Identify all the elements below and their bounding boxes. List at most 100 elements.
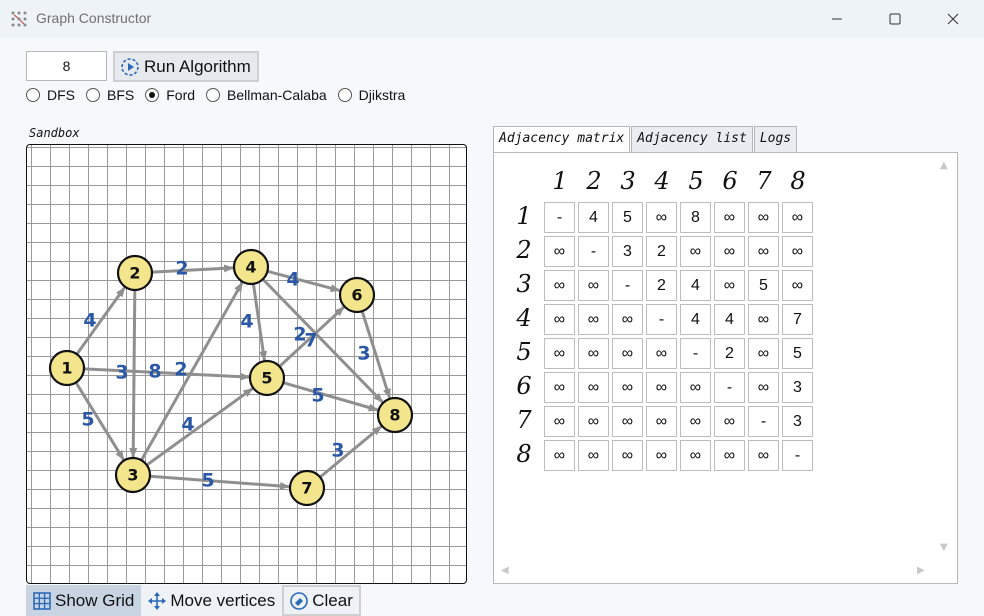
run-algorithm-button[interactable]: Run Algorithm (113, 51, 259, 82)
matrix-cell[interactable]: 5 (748, 270, 779, 301)
matrix-cell[interactable]: - (612, 270, 643, 301)
radio-bfs[interactable]: BFS (86, 87, 134, 103)
matrix-cell[interactable]: - (578, 236, 609, 267)
matrix-cell[interactable]: ∞ (646, 338, 677, 369)
edge-5-8[interactable] (282, 381, 379, 412)
matrix-cell[interactable]: ∞ (680, 372, 711, 403)
matrix-cell[interactable]: ∞ (748, 440, 779, 471)
matrix-cell[interactable]: - (646, 304, 677, 335)
edge-7-8[interactable] (319, 425, 383, 479)
matrix-cell[interactable]: ∞ (714, 236, 745, 267)
matrix-cell[interactable]: 4 (680, 304, 711, 335)
maximize-button[interactable] (870, 0, 920, 38)
scroll-right-icon[interactable]: ▶ (917, 565, 925, 576)
close-button[interactable] (928, 0, 978, 38)
matrix-cell[interactable]: ∞ (646, 202, 677, 233)
matrix-cell[interactable]: ∞ (544, 270, 575, 301)
matrix-cell[interactable]: ∞ (680, 236, 711, 267)
matrix-cell[interactable]: ∞ (748, 236, 779, 267)
vertex-6[interactable]: 6 (338, 276, 376, 314)
matrix-cell[interactable]: ∞ (714, 270, 745, 301)
matrix-cell[interactable]: ∞ (680, 406, 711, 437)
radio-bellman-calaba[interactable]: Bellman-Calaba (206, 87, 327, 103)
matrix-cell[interactable]: - (714, 372, 745, 403)
matrix-cell[interactable]: 4 (578, 202, 609, 233)
radio-ford[interactable]: Ford (145, 87, 195, 103)
matrix-cell[interactable]: ∞ (578, 372, 609, 403)
matrix-cell[interactable]: 3 (612, 236, 643, 267)
matrix-cell[interactable]: ∞ (578, 304, 609, 335)
matrix-cell[interactable]: ∞ (544, 236, 575, 267)
matrix-cell[interactable]: 5 (782, 338, 813, 369)
matrix-cell[interactable]: ∞ (714, 406, 745, 437)
radio-circle[interactable] (206, 88, 221, 102)
edge-1-5[interactable] (83, 367, 251, 381)
matrix-cell[interactable]: 8 (680, 202, 711, 233)
radio-circle[interactable] (337, 88, 352, 102)
matrix-cell[interactable]: 2 (646, 236, 677, 267)
minimize-button[interactable] (812, 0, 862, 38)
matrix-cell[interactable]: ∞ (782, 236, 813, 267)
matrix-cell[interactable]: ∞ (782, 202, 813, 233)
matrix-cell[interactable]: 4 (714, 304, 745, 335)
matrix-cell[interactable]: ∞ (646, 372, 677, 403)
matrix-cell[interactable]: ∞ (748, 304, 779, 335)
matrix-cell[interactable]: - (544, 202, 575, 233)
matrix-cell[interactable]: - (782, 440, 813, 471)
matrix-cell[interactable]: 2 (714, 338, 745, 369)
matrix-cell[interactable]: ∞ (578, 440, 609, 471)
matrix-cell[interactable]: - (680, 338, 711, 369)
tab-adjacency-list[interactable]: Adjacency list (631, 126, 753, 152)
matrix-cell[interactable]: ∞ (544, 372, 575, 403)
matrix-cell[interactable]: 3 (782, 372, 813, 403)
edge-3-5[interactable] (145, 387, 254, 467)
tab-adjacency-matrix[interactable]: Adjacency matrix (493, 126, 631, 153)
matrix-cell[interactable]: ∞ (544, 304, 575, 335)
tab-logs[interactable]: Logs (753, 126, 798, 152)
sandbox-canvas[interactable]: 458232454472533 12345678 (26, 144, 467, 584)
vertex-8[interactable]: 8 (376, 396, 414, 434)
show-grid-button[interactable]: Show Grid (26, 585, 142, 616)
vertex-1[interactable]: 1 (48, 349, 86, 387)
matrix-cell[interactable]: 7 (782, 304, 813, 335)
vertex-count-input[interactable]: 8 (26, 51, 107, 81)
matrix-cell[interactable]: ∞ (612, 304, 643, 335)
vertex-5[interactable]: 5 (248, 359, 286, 397)
matrix-cell[interactable]: 5 (612, 202, 643, 233)
matrix-cell[interactable]: ∞ (646, 406, 677, 437)
edge-2-4[interactable] (151, 264, 235, 274)
clear-button[interactable]: Clear (282, 585, 361, 616)
matrix-cell[interactable]: ∞ (782, 270, 813, 301)
vertex-2[interactable]: 2 (116, 254, 154, 292)
horizontal-scrollbar[interactable]: ◀ ▶ (495, 560, 933, 582)
matrix-cell[interactable]: 4 (680, 270, 711, 301)
matrix-cell[interactable]: ∞ (544, 440, 575, 471)
matrix-cell[interactable]: ∞ (544, 338, 575, 369)
matrix-cell[interactable]: - (748, 406, 779, 437)
matrix-cell[interactable]: ∞ (748, 338, 779, 369)
radio-djikstra[interactable]: Djikstra (337, 87, 405, 103)
edge-2-3[interactable] (129, 289, 138, 459)
radio-circle[interactable] (86, 88, 100, 102)
radio-circle[interactable] (145, 88, 160, 102)
matrix-cell[interactable]: ∞ (748, 202, 779, 233)
matrix-cell[interactable]: ∞ (680, 440, 711, 471)
matrix-cell[interactable]: ∞ (646, 440, 677, 471)
vertex-7[interactable]: 7 (288, 469, 326, 507)
edge-4-6[interactable] (267, 269, 341, 292)
matrix-cell[interactable]: ∞ (612, 406, 643, 437)
vertex-3[interactable]: 3 (114, 456, 152, 494)
matrix-cell[interactable]: 3 (782, 406, 813, 437)
radio-dfs[interactable]: DFS (26, 87, 75, 103)
edge-4-5[interactable] (251, 283, 268, 362)
matrix-cell[interactable]: ∞ (714, 202, 745, 233)
matrix-cell[interactable]: ∞ (612, 338, 643, 369)
move-vertices-button[interactable]: Move vertices (141, 585, 283, 616)
vertex-4[interactable]: 4 (232, 248, 270, 286)
scroll-down-icon[interactable]: ▼ (940, 542, 948, 553)
matrix-cell[interactable]: ∞ (748, 372, 779, 403)
matrix-cell[interactable]: ∞ (578, 270, 609, 301)
matrix-cell[interactable]: ∞ (544, 406, 575, 437)
matrix-cell[interactable]: 2 (646, 270, 677, 301)
matrix-cell[interactable]: ∞ (714, 440, 745, 471)
